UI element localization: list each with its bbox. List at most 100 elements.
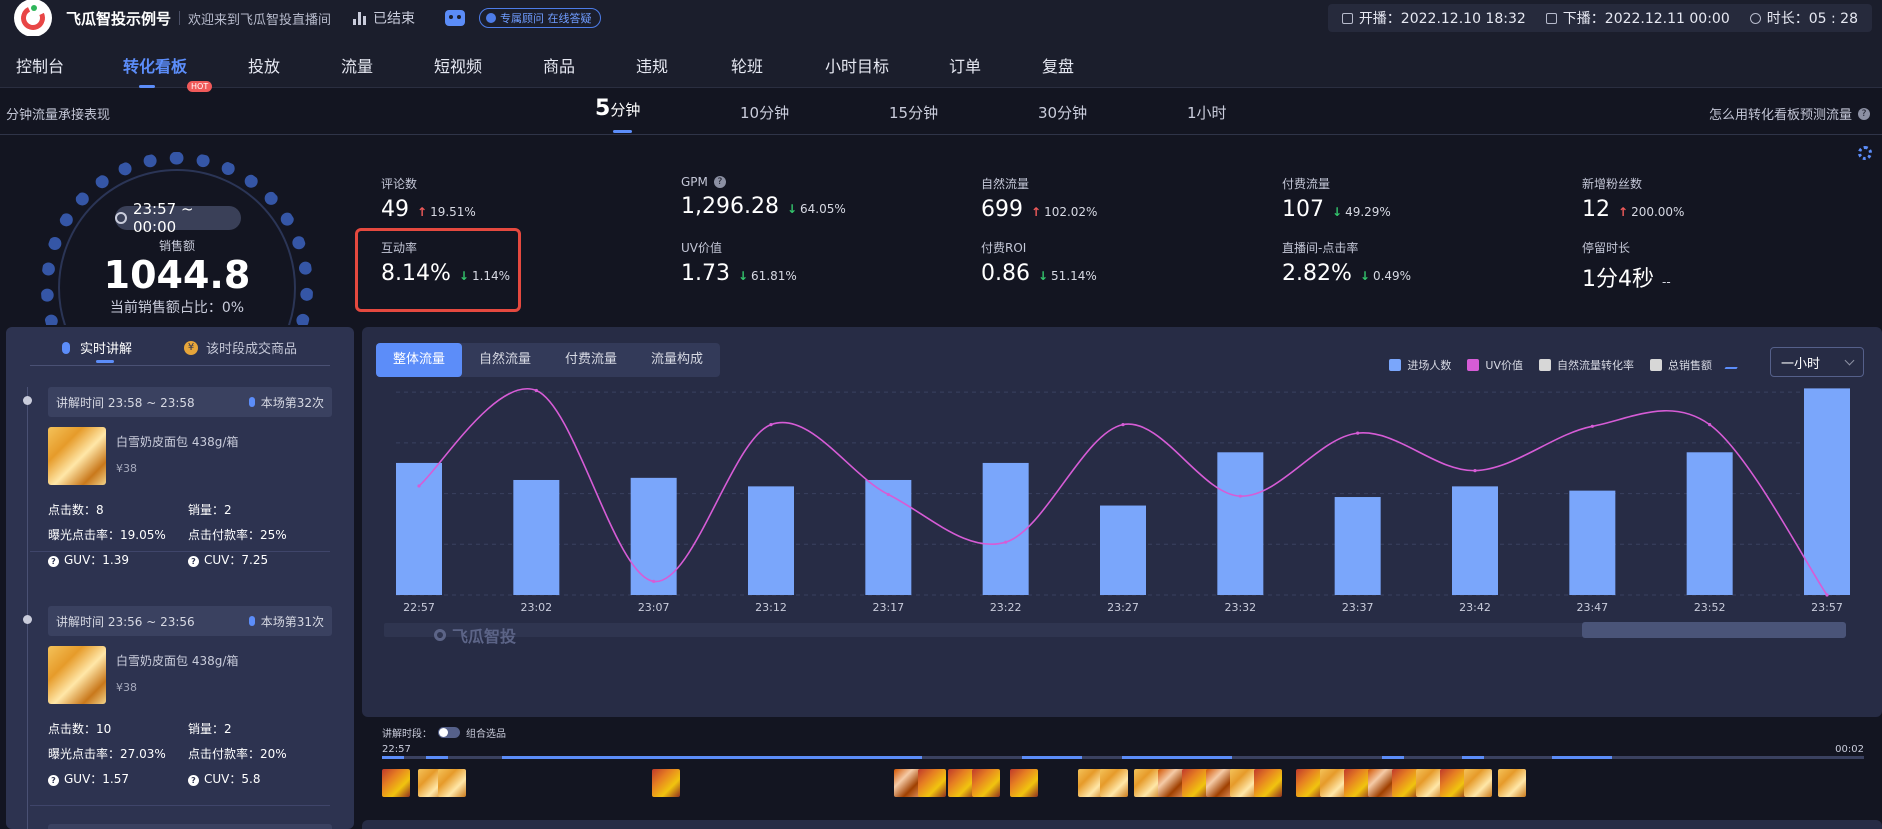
product-stats: 点击数：10 销量：2 曝光点击率：27.03% 点击付款率：20% ? GUV：… [48,720,332,787]
uv-value-point[interactable] [1004,540,1008,544]
bar-visitors[interactable] [1569,490,1616,595]
metric-change-value: 49.29% [1345,205,1391,219]
interval-1hour[interactable]: 1小时 [1187,102,1227,123]
uv-value-point[interactable] [769,423,773,427]
bar-visitors[interactable] [1100,505,1146,595]
chart-zoom-handle[interactable] [1582,622,1846,638]
bar-visitors[interactable] [982,462,1029,595]
microphone-icon [62,341,70,354]
tab-period-products[interactable]: ¥ 该时段成交商品 [184,338,297,357]
question-icon: ? [188,775,199,786]
uv-value-point[interactable] [1473,469,1477,473]
metric-change: ↑ 19.51% [417,205,476,219]
product-thumbnail[interactable] [48,646,106,704]
bar-visitors[interactable] [1804,388,1850,595]
robot-icon[interactable] [445,10,466,26]
bar-visitors[interactable] [748,486,794,595]
live-explain-panel: 实时讲解 ¥ 该时段成交商品 讲解时间 23:58 ~ 23:58 本场第32次 白… [6,327,354,829]
timeline-segment[interactable] [1462,756,1484,759]
uv-value-point[interactable] [417,484,421,488]
timeline-product-thumbnail[interactable] [1100,769,1128,797]
combo-toggle[interactable] [438,727,460,738]
timeline-product-thumbnail[interactable] [972,769,1000,797]
uv-value-point[interactable] [886,492,890,497]
interval-30min[interactable]: 30分钟 [1038,102,1087,123]
timeline-product-thumbnail[interactable] [438,769,466,797]
main-nav: 控制台 转化看板 HOT 投放 流量 短视频 商品 违规 轮班 小时目标 订单 … [0,36,1882,92]
explain-time: 讲解时间 23:58 ~ 23:58 [56,395,195,410]
timeline-segment[interactable] [1382,756,1404,759]
interval-5min[interactable]: 5分钟 [595,96,640,121]
nav-products[interactable]: 商品 [543,53,575,77]
uv-value-point[interactable] [1590,424,1594,428]
gauge-value: 1044.8 [103,253,251,297]
end-time: 下播：2022.12.11 00:00 [1562,11,1730,27]
timeline-dot [23,396,32,405]
settings-gear-icon[interactable] [1858,146,1872,160]
uv-value-point[interactable] [652,579,656,583]
nav-short-video[interactable]: 短视频 [434,53,482,77]
timeline-segment[interactable] [1122,756,1232,759]
uv-value-point[interactable] [1708,423,1712,427]
nav-review[interactable]: 复盘 [1042,53,1074,77]
arrow-down-icon: ↓ [1037,269,1049,283]
timeline-product-thumbnail[interactable] [1464,769,1492,797]
bar-visitors[interactable] [630,477,677,595]
nav-shifts[interactable]: 轮班 [731,53,763,77]
timeline-track[interactable] [382,756,1864,759]
bar-visitors[interactable] [513,479,560,595]
timeline-segment[interactable] [1552,756,1612,759]
arrow-down-icon: ↓ [1359,269,1370,283]
stat-guv-label: GUV：1.57 [64,772,130,786]
timeline-product-thumbnail[interactable] [1498,769,1526,797]
bar-visitors[interactable] [1452,486,1498,595]
bar-visitors[interactable] [1686,452,1733,595]
bar-visitors[interactable] [1334,497,1381,595]
interval-15min[interactable]: 15分钟 [889,102,938,123]
calendar-icon [1545,12,1557,24]
explain-session-label: 本场第32次 [260,395,324,410]
help-link[interactable]: 怎么用转化看板预测流量? [1709,104,1870,123]
gauge-time-range: 23:57 ~ 00:00 [115,200,241,236]
metric-card: UV价值 1.73 ↓ 61.81% [681,239,941,286]
uv-value-point[interactable] [1121,423,1125,427]
traffic-chart-panel: 整体流量 自然流量 付费流量 流量构成 进场人数 UV价值 自然流量转化率 总销… [362,327,1882,717]
stat-ctr: 曝光点击率：27.03% [48,747,166,761]
nav-console[interactable]: 控制台 [16,53,64,77]
timeline-segment[interactable] [382,756,404,759]
bar-visitors[interactable] [396,462,442,595]
timeline-segment[interactable] [1022,756,1082,759]
uv-value-point[interactable] [534,388,538,393]
metric-change: ↑ 200.00% [1618,205,1684,219]
traffic-chart: 22:57 23:02 23:07 23:12 23:17 23:22 23:27 23:32… [384,387,1850,638]
nav-hourly-target[interactable]: 小时目标 [825,53,889,77]
timeline-segment[interactable] [502,756,922,759]
question-icon: ? [1858,107,1870,120]
start-time: 开播：2022.12.10 18:32 [1358,11,1526,27]
metric-row: 49 ↑ 19.51% [381,197,641,222]
nav-ads[interactable]: 投放 [248,53,280,77]
nav-traffic[interactable]: 流量 [341,53,373,77]
timeline-product-thumbnail[interactable] [1010,769,1038,797]
timeline-product-thumbnail[interactable] [652,769,680,797]
uv-value-point[interactable] [1825,593,1829,597]
tab-live-explain[interactable]: 实时讲解 [62,338,132,357]
top-bar: 飞瓜智投示例号 欢迎来到飞瓜智投直播间 已结束 专属顾问 在线答疑 开播：202… [0,0,1882,37]
product-row[interactable]: 白雪奶皮面包 438g/箱 ¥38 [48,646,332,704]
nav-violations[interactable]: 违规 [636,53,668,77]
nav-orders[interactable]: 订单 [949,53,981,77]
product-thumbnail[interactable] [48,427,106,485]
interval-10min[interactable]: 10分钟 [740,102,789,123]
timeline-product-thumbnail[interactable] [382,769,410,797]
timeline-segment[interactable] [426,756,448,759]
timeline-product-thumbnail[interactable] [1254,769,1282,797]
consult-button[interactable]: 专属顾问 在线答疑 [479,8,601,28]
uv-value-point[interactable] [1238,494,1242,498]
product-row[interactable]: 白雪奶皮面包 438g/箱 ¥38 [48,427,332,485]
nav-conversion-board[interactable]: 转化看板 [123,53,187,77]
bar-visitors[interactable] [1217,452,1264,595]
divider [30,805,330,806]
bar-visitors[interactable] [865,479,912,595]
uv-value-point[interactable] [1356,431,1360,435]
timeline-product-thumbnail[interactable] [918,769,946,797]
